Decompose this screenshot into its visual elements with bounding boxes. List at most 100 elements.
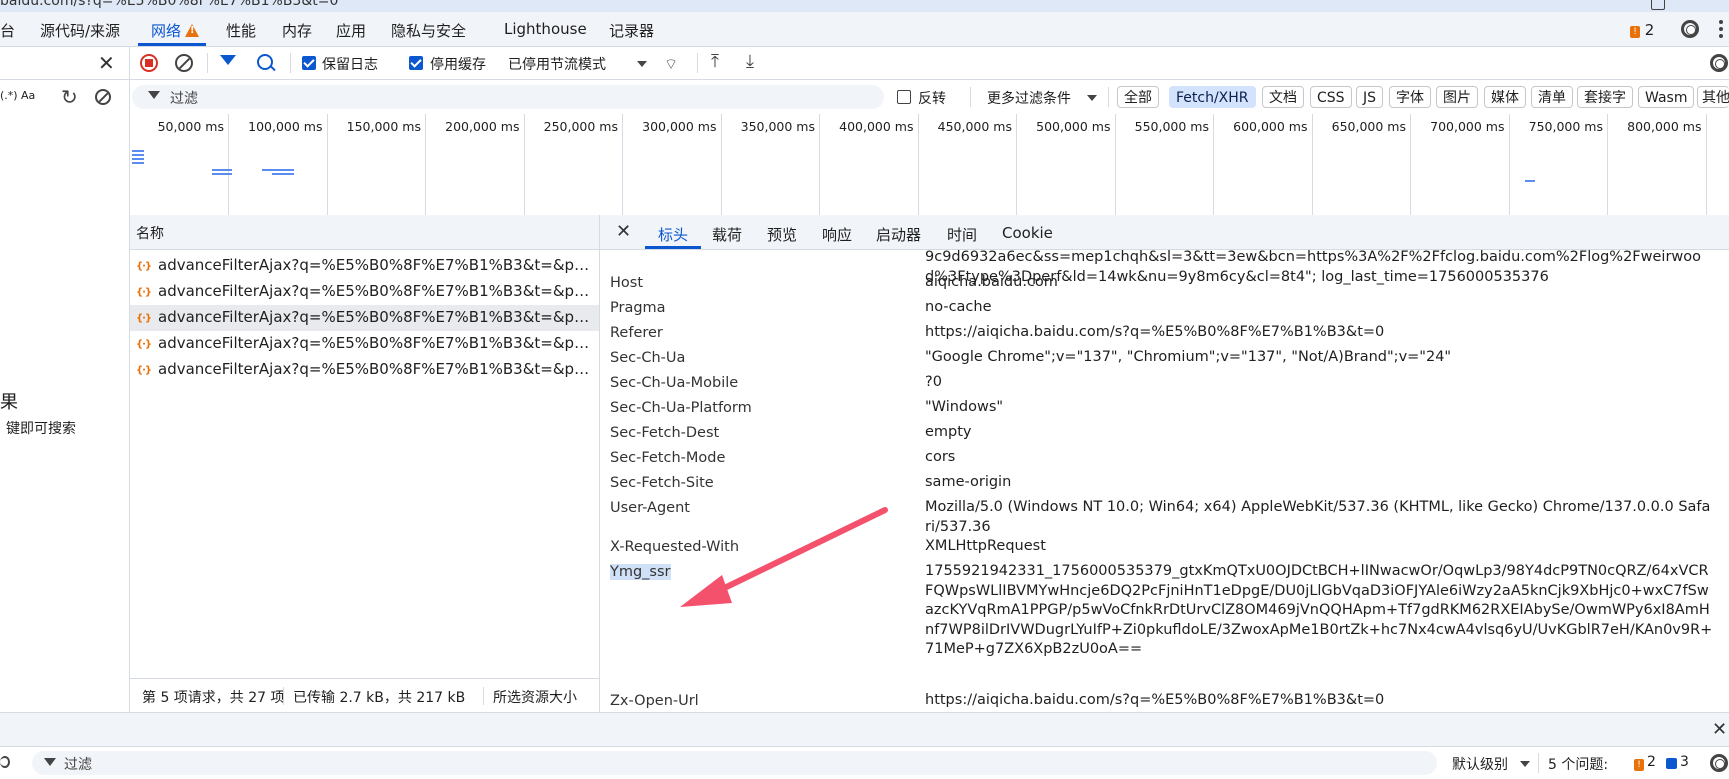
tab-timing[interactable]: 时间 (947, 224, 977, 245)
preserve-log-checkbox[interactable] (302, 56, 316, 70)
tab-lighthouse[interactable]: Lighthouse (504, 20, 587, 38)
xhr-icon: {·} (136, 365, 152, 376)
xhr-icon: {·} (136, 287, 152, 298)
xhr-icon: {·} (136, 313, 152, 324)
request-row[interactable]: {·} advanceFilterAjax?q=%E5%B0%8F%E7%B1%B… (130, 279, 599, 305)
timeline-request-bar (262, 169, 294, 171)
tab-preview[interactable]: 预览 (767, 224, 797, 245)
timeline-gridline (228, 114, 229, 215)
header-value: no-cache (925, 299, 992, 315)
tab-headers[interactable]: 标头 (658, 224, 688, 245)
type-filter-fetch-xhr[interactable]: Fetch/XHR (1169, 86, 1256, 108)
tab-network-label: 网络 (151, 22, 182, 40)
timeline-tick-label: 450,000 ms (937, 119, 1012, 134)
tab-initiator[interactable]: 启动器 (876, 224, 921, 245)
type-filter-js[interactable]: JS (1356, 86, 1384, 108)
console-settings-gear-icon[interactable] (1710, 754, 1728, 772)
issues-counter[interactable]: ! 2 (1630, 21, 1654, 39)
column-name-header[interactable]: 名称 (136, 223, 164, 243)
details-tabs: ✕ 标头 载荷 预览 响应 启动器 时间 Cookie (600, 215, 1729, 250)
tab-application[interactable]: 应用 (336, 20, 366, 41)
issue-warning-icon: ! (1634, 756, 1644, 772)
search-results-title: 果 (0, 392, 18, 413)
close-details-icon[interactable]: ✕ (616, 222, 631, 242)
record-stop-icon[interactable] (140, 54, 158, 72)
type-filter-other[interactable]: 其他 (1697, 86, 1729, 108)
refresh-icon[interactable]: ↻ (61, 85, 78, 109)
more-filters-dropdown[interactable]: 更多过滤条件 (987, 88, 1071, 108)
tab-sources[interactable]: 源代码/来源 (40, 20, 120, 41)
active-tab-indicator (138, 43, 206, 46)
timeline-gridline (523, 114, 525, 215)
match-case-toggle[interactable]: Aa (21, 89, 35, 102)
issue-info-count: 3 (1680, 754, 1689, 770)
network-toolbar: ✕ 保留日志 停用缓存 已停用节流模式 ⌔ ⤒ ⤓ (0, 47, 1729, 80)
timeline-overview[interactable]: 50,000 ms 100,000 ms 150,000 ms 200,000 ms 2… (130, 114, 1729, 216)
request-row[interactable]: {·} advanceFilterAjax?q=%E5%B0%8F%E7%B1%B… (130, 253, 599, 279)
type-filter-wasm[interactable]: Wasm (1638, 86, 1695, 108)
request-row[interactable]: {·} advanceFilterAjax?q=%E5%B0%8F%E7%B1%B… (130, 357, 599, 383)
type-filter-all[interactable]: 全部 (1117, 86, 1159, 108)
chevron-down-icon[interactable] (1520, 761, 1530, 767)
divider (1108, 87, 1109, 107)
close-search-icon[interactable]: ✕ (98, 53, 115, 73)
chevron-down-icon[interactable] (1087, 95, 1097, 101)
tab-memory[interactable]: 内存 (282, 20, 312, 41)
console-filter-input[interactable]: 过滤 (32, 751, 1437, 775)
filter-funnel-icon (44, 758, 56, 766)
request-row[interactable]: {·} advanceFilterAjax?q=%E5%B0%8F%E7%B1%B… (130, 331, 599, 357)
tab-performance[interactable]: 性能 (226, 20, 256, 41)
chevron-down-icon[interactable] (637, 61, 647, 67)
tab-response[interactable]: 响应 (822, 224, 852, 245)
network-settings-gear-icon[interactable] (1710, 54, 1728, 72)
issues-count: 2 (1644, 21, 1655, 39)
header-value: XMLHttpRequest (925, 538, 1046, 554)
tab-privacy-security[interactable]: 隐私与安全 (391, 20, 466, 41)
invert-checkbox[interactable] (897, 90, 911, 104)
request-row[interactable]: {·} advanceFilterAjax?q=%E5%B0%8F%E7%B1%B… (130, 305, 599, 331)
timeline-tick-label: 100,000 ms (248, 119, 323, 134)
more-menu-icon[interactable] (1719, 20, 1723, 41)
header-name: Sec-Fetch-Site (610, 475, 714, 491)
close-drawer-icon[interactable]: ✕ (1712, 720, 1727, 740)
timeline-tick-label: 500,000 ms (1036, 119, 1111, 134)
export-har-icon[interactable]: ⤓ (746, 51, 754, 72)
header-name: Referer (610, 325, 663, 341)
type-filter-css[interactable]: CSS (1310, 86, 1352, 108)
tab-recorder[interactable]: 记录器 (609, 20, 654, 41)
eye-icon[interactable] (0, 756, 10, 768)
search-results-hint: 键即可搜索 (6, 421, 76, 437)
clear-icon[interactable] (175, 54, 193, 72)
settings-gear-icon[interactable] (1681, 20, 1699, 38)
disable-cache-checkbox[interactable] (409, 56, 423, 70)
clear-search-icon[interactable] (95, 89, 111, 105)
regex-toggle[interactable]: (.*) (0, 89, 18, 102)
type-filter-img[interactable]: 图片 (1436, 86, 1478, 108)
import-har-icon[interactable]: ⤒ (711, 51, 719, 72)
filter-input[interactable]: 过滤 (132, 85, 884, 109)
throttling-select[interactable]: 已停用节流模式 (508, 54, 606, 74)
log-level-dropdown[interactable]: 默认级别 (1452, 754, 1508, 774)
type-filter-manifest[interactable]: 清单 (1531, 86, 1573, 108)
tab-payload[interactable]: 载荷 (712, 224, 742, 245)
type-filter-font[interactable]: 字体 (1389, 86, 1431, 108)
tab-console[interactable]: 台 (0, 20, 15, 41)
issues-label[interactable]: 5 个问题: (1548, 754, 1608, 774)
timeline-request-bar (132, 162, 144, 164)
header-value: empty (925, 424, 972, 440)
tab-network[interactable]: 网络 (151, 20, 200, 41)
network-conditions-icon[interactable]: ⌔ (664, 55, 678, 74)
network-status-bar: 第 5 项请求，共 27 项 已传输 2.7 kB，共 217 kB 所选资源大… (130, 678, 599, 713)
timeline-gridline (1114, 114, 1116, 215)
preserve-log-label: 保留日志 (322, 57, 378, 73)
status-transferred: 已传输 2.7 kB，共 217 kB (293, 690, 466, 706)
type-filter-socket[interactable]: 套接字 (1577, 86, 1633, 108)
timeline-gridline (720, 114, 722, 215)
restore-window-icon[interactable] (1651, 0, 1665, 10)
timeline-gridline (917, 114, 919, 215)
tab-cookie[interactable]: Cookie (1002, 224, 1053, 242)
type-filter-media[interactable]: 媒体 (1484, 86, 1526, 108)
type-filter-doc[interactable]: 文档 (1262, 86, 1304, 108)
request-name: advanceFilterAjax?q=%E5%B0%8F%E7%B1%B3&t… (158, 256, 594, 274)
filter-icon[interactable] (220, 55, 236, 65)
